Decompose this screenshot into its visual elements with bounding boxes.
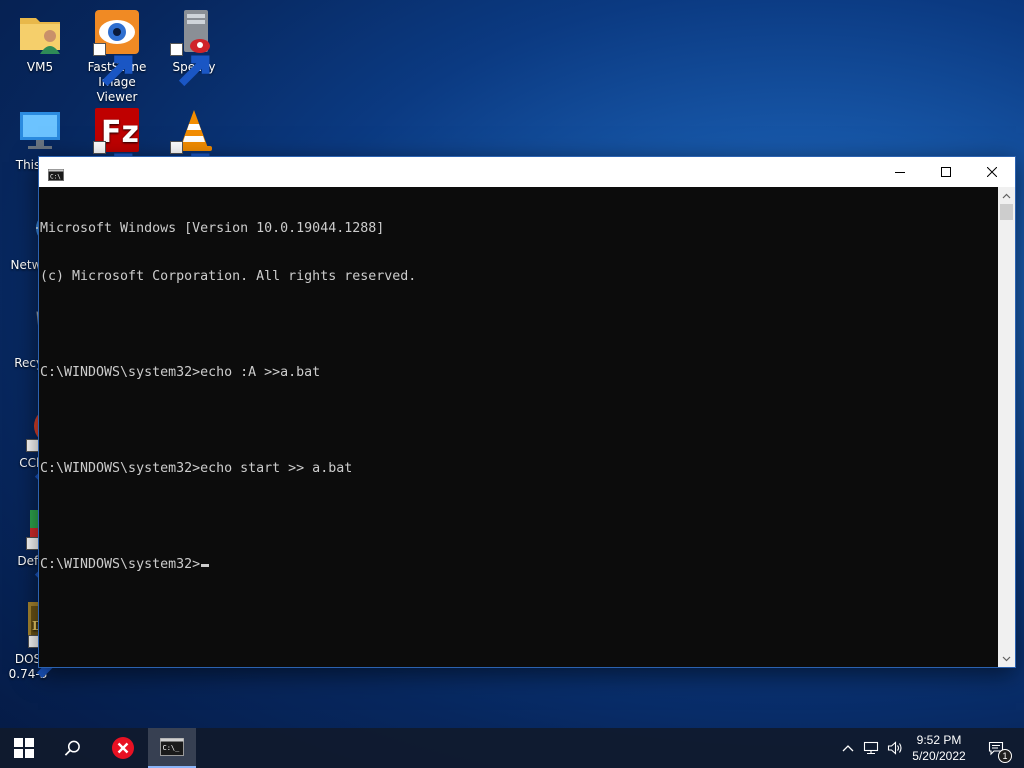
taskbar-app-command-prompt[interactable]: C:\_: [148, 728, 196, 768]
search-icon: [64, 740, 80, 756]
clock-time: 9:52 PM: [916, 733, 962, 747]
desktop-icon-filezilla[interactable]: Fz: [77, 106, 157, 185]
text-cursor: [201, 564, 210, 567]
scroll-thumb[interactable]: [1000, 204, 1013, 220]
maximize-button[interactable]: [923, 157, 969, 187]
close-icon: [987, 167, 997, 177]
desktop-icon-label: VM5: [26, 60, 54, 74]
scroll-up-button[interactable]: [998, 187, 1015, 204]
command-prompt-window[interactable]: C:\ Microsoft Windows [Version 10.0.1904…: [38, 156, 1016, 668]
this-pc-icon: [16, 106, 64, 154]
network-wired-icon: [863, 741, 879, 755]
show-hidden-icons-button[interactable]: [838, 728, 858, 768]
chevron-up-icon: [842, 745, 854, 752]
desktop-icon-label: This: [15, 158, 41, 172]
network-tray-button[interactable]: [860, 728, 882, 768]
console-line: C:\WINDOWS\system32>echo :A >>a.bat: [40, 365, 321, 380]
error-app-icon: [112, 737, 134, 759]
console-prompt: C:\WINDOWS\system32>: [40, 557, 201, 572]
chevron-down-icon: [1002, 656, 1011, 661]
svg-text:C:\: C:\: [50, 174, 61, 181]
volume-tray-button[interactable]: [884, 728, 906, 768]
search-button[interactable]: [48, 728, 96, 768]
shortcut-arrow-icon: [93, 43, 133, 87]
console-line: Microsoft Windows [Version 10.0.19044.12…: [40, 221, 385, 236]
folder-user-icon: [16, 8, 64, 56]
taskbar: C:\_ 9:52 PM 5/20/2022 1: [0, 728, 1024, 768]
scroll-down-button[interactable]: [998, 650, 1015, 667]
notification-count-badge: 1: [998, 749, 1012, 763]
console-prompt-line[interactable]: C:\WINDOWS\system32>: [40, 557, 999, 573]
close-button[interactable]: [969, 157, 1015, 187]
volume-icon: [887, 741, 902, 755]
clock-date: 5/20/2022: [912, 749, 966, 763]
desktop-icon-vm5[interactable]: VM5: [0, 8, 80, 75]
title-bar[interactable]: C:\: [39, 157, 1015, 187]
taskbar-clock[interactable]: 9:52 PM 5/20/2022: [906, 728, 972, 768]
console-line: C:\WINDOWS\system32>echo start >> a.bat: [40, 461, 353, 476]
faststone-eye-icon: [93, 8, 141, 87]
chevron-up-icon: [1002, 193, 1011, 198]
filezilla-icon: Fz: [93, 106, 141, 185]
vlc-cone-icon: [170, 106, 218, 185]
shortcut-arrow-icon: [170, 141, 210, 185]
shortcut-arrow-icon: [170, 43, 210, 87]
command-prompt-icon: C:\_: [160, 738, 184, 756]
minimize-button[interactable]: [877, 157, 923, 187]
desktop-icon-speccy[interactable]: Speccy: [154, 8, 234, 87]
desktop-icon-vlc[interactable]: [154, 106, 234, 185]
desktop-icon-faststone[interactable]: FastStone Image Viewer: [77, 8, 157, 105]
vertical-scrollbar[interactable]: [998, 187, 1015, 667]
console-output[interactable]: Microsoft Windows [Version 10.0.19044.12…: [39, 187, 999, 667]
svg-text:C:\_: C:\_: [163, 744, 181, 752]
windows-logo-icon: [14, 738, 34, 758]
maximize-icon: [941, 167, 951, 177]
console-icon: C:\: [48, 166, 64, 181]
console-line: (c) Microsoft Corporation. All rights re…: [40, 269, 417, 284]
start-button[interactable]: [0, 728, 48, 768]
shortcut-arrow-icon: [93, 141, 133, 185]
speccy-computer-icon: [170, 8, 218, 87]
action-center-button[interactable]: 1: [976, 728, 1016, 768]
minimize-icon: [895, 172, 905, 173]
taskbar-app-error[interactable]: [100, 728, 146, 768]
desktop-icon-label: Netw: [10, 258, 42, 272]
